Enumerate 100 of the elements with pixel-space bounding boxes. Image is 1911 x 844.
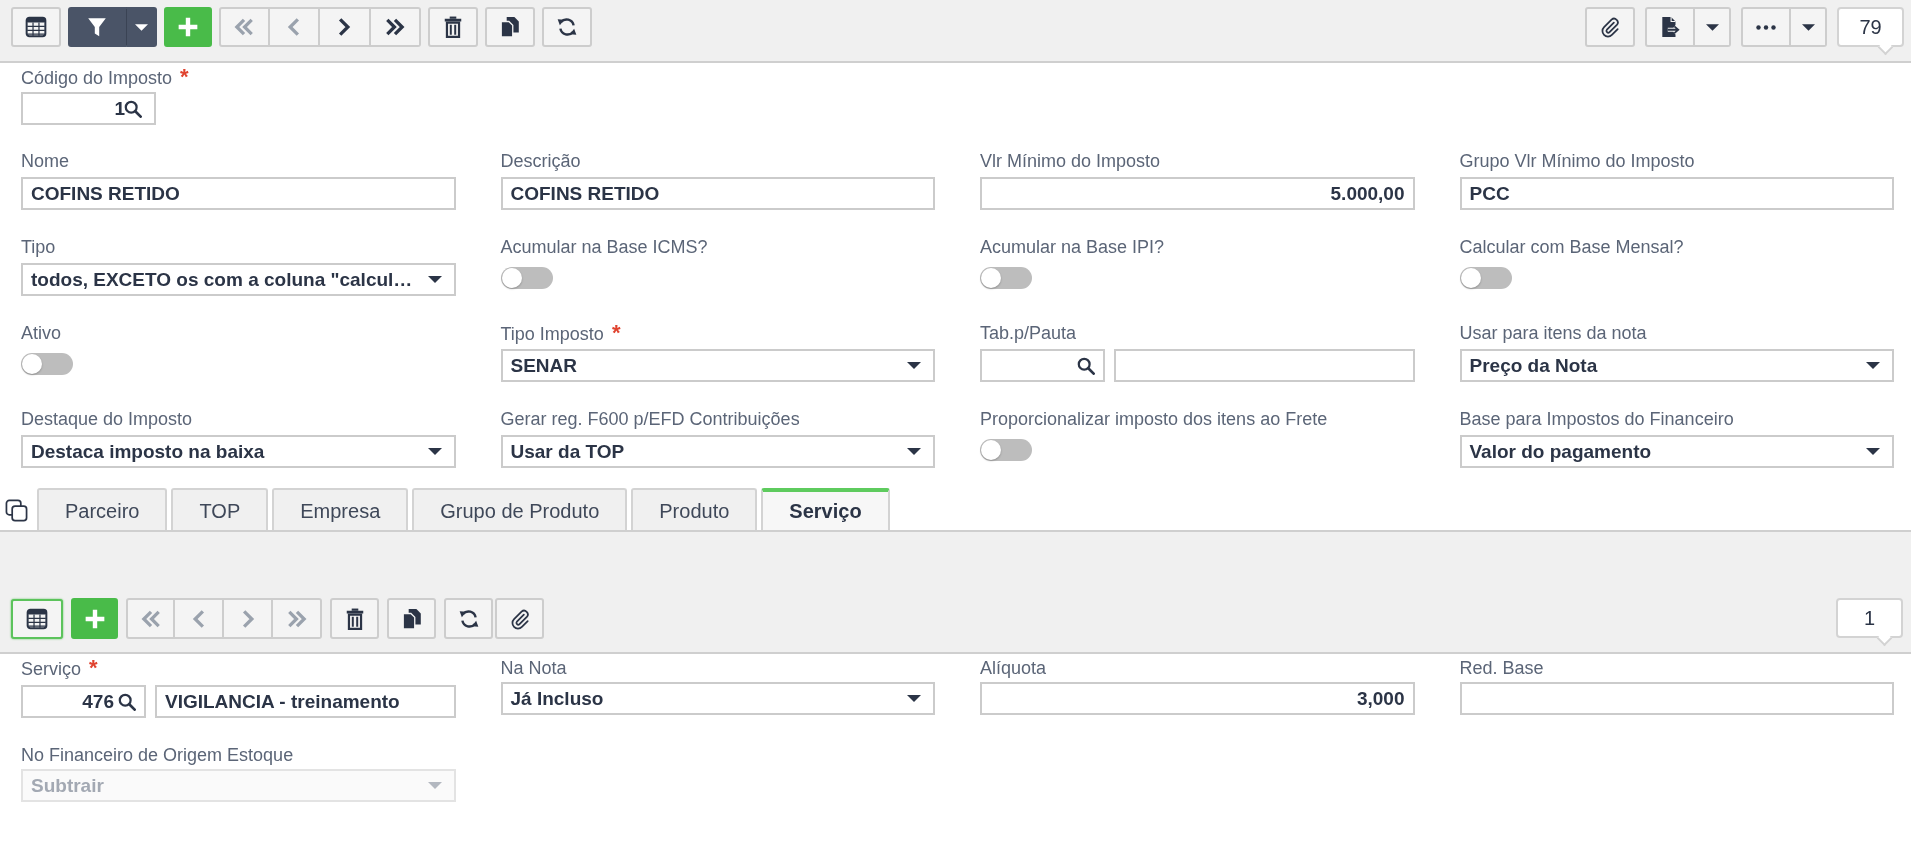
- export-menu-button[interactable]: [1695, 7, 1731, 47]
- duplicate-button[interactable]: [485, 7, 535, 47]
- attach-button[interactable]: [1585, 7, 1635, 47]
- toggle-switch[interactable]: [1459, 267, 1512, 289]
- grid-view-button[interactable]: [11, 599, 63, 639]
- caret-icon: [1866, 362, 1880, 369]
- field-label: Red. Base: [1459, 657, 1544, 679]
- field-label: No Financeiro de Origem Estoque: [21, 744, 294, 766]
- code-search-field[interactable]: 1: [21, 92, 156, 125]
- filter-menu-button[interactable]: [126, 7, 157, 47]
- document-export-icon: [1659, 16, 1681, 38]
- search-icon: [124, 99, 142, 118]
- field-label: Base para Impostos do Financeiro: [1459, 408, 1734, 430]
- attach-button[interactable]: [495, 598, 544, 639]
- tab[interactable]: Grupo de Produto: [412, 488, 628, 530]
- caret-icon: [907, 695, 921, 702]
- caret-icon: [427, 276, 442, 283]
- dropdown-field[interactable]: Valor do pagamento: [1459, 435, 1894, 468]
- table-icon: [26, 608, 48, 630]
- text-field[interactable]: COFINS RETIDO: [500, 177, 935, 210]
- dropdown-field[interactable]: todos, EXCETO os com a coluna "calcul…: [21, 263, 456, 296]
- text-field[interactable]: COFINS RETIDO: [21, 177, 456, 210]
- required-marker: *: [89, 657, 98, 679]
- caret-icon: [1801, 23, 1815, 31]
- last-record-button[interactable]: [370, 7, 421, 47]
- plus-icon: [177, 16, 199, 38]
- field-label: Grupo Vlr Mínimo do Imposto: [1459, 150, 1695, 172]
- paperclip-icon: [1599, 16, 1621, 38]
- dropdown-field[interactable]: Destaca imposto na baixa: [21, 435, 456, 468]
- tab[interactable]: Empresa: [272, 488, 409, 530]
- toggle-switch[interactable]: [980, 267, 1032, 289]
- copy-icon: [499, 16, 521, 38]
- toggle-switch[interactable]: [21, 353, 73, 375]
- text-field[interactable]: PCC: [1459, 177, 1894, 210]
- caret-icon: [907, 448, 921, 455]
- code-lookup-field[interactable]: 476: [21, 685, 146, 718]
- required-marker: *: [611, 322, 621, 344]
- delete-button[interactable]: [428, 7, 478, 47]
- field-label: Proporcionalizar imposto dos itens ao Frete: [980, 408, 1328, 430]
- record-counter: 1: [1836, 598, 1903, 647]
- field-label: Acumular na Base IPI?: [980, 236, 1165, 258]
- tab[interactable]: Serviço: [761, 488, 890, 530]
- toggle-switch[interactable]: [980, 439, 1032, 461]
- field-label: Alíquota: [980, 657, 1047, 679]
- code-lookup-field[interactable]: [980, 349, 1105, 382]
- tab[interactable]: Produto: [631, 488, 758, 530]
- dropdown-field[interactable]: Usar da TOP: [500, 435, 935, 468]
- field-label: Descrição: [500, 150, 581, 172]
- copy-icon: [400, 607, 423, 630]
- description-field[interactable]: [1114, 349, 1415, 382]
- number-field[interactable]: 3,000: [980, 682, 1415, 715]
- field-label: Acumular na Base ICMS?: [500, 236, 708, 258]
- filter-icon: [86, 16, 108, 38]
- required-marker: *: [180, 66, 189, 88]
- next-record-button[interactable]: [320, 7, 371, 47]
- export-button[interactable]: [1645, 7, 1695, 47]
- description-field[interactable]: VIGILANCIA - treinamento: [155, 685, 456, 718]
- field-label: Destaque do Imposto: [21, 408, 193, 430]
- caret-icon: [1866, 448, 1880, 455]
- refresh-icon: [556, 16, 578, 38]
- toggle-switch[interactable]: [500, 267, 553, 289]
- field-label: Serviço: [21, 658, 82, 680]
- search-icon: [118, 692, 136, 711]
- field-label: Nome: [21, 150, 69, 172]
- field-label: Código do Imposto: [21, 67, 173, 89]
- delete-button[interactable]: [330, 598, 379, 639]
- refresh-button[interactable]: [542, 7, 592, 47]
- field-label: Ativo: [21, 322, 62, 344]
- caret-icon: [427, 782, 442, 789]
- number-field[interactable]: 5.000,00: [980, 177, 1415, 210]
- tab[interactable]: Parceiro: [37, 488, 168, 530]
- field-label: Tipo Imposto: [500, 323, 604, 345]
- record-counter: 79: [1837, 7, 1904, 56]
- field-label: Gerar reg. F600 p/EFD Contribuições: [500, 408, 800, 430]
- caret-icon: [1705, 23, 1719, 31]
- field-label: Vlr Mínimo do Imposto: [980, 150, 1161, 172]
- dropdown-field[interactable]: Já Incluso: [500, 682, 935, 715]
- caret-icon: [134, 23, 148, 31]
- field-label: Usar para itens da nota: [1459, 322, 1647, 344]
- dropdown-field[interactable]: Preço da Nota: [1459, 349, 1894, 382]
- search-icon: [1077, 356, 1095, 375]
- field-label: Na Nota: [500, 657, 567, 679]
- dropdown-field[interactable]: SENAR: [500, 349, 935, 382]
- more-options-button[interactable]: [1741, 7, 1791, 47]
- refresh-button[interactable]: [444, 598, 493, 639]
- caret-icon: [427, 448, 442, 455]
- text-field[interactable]: [1459, 682, 1894, 715]
- refresh-icon: [457, 607, 480, 630]
- filter-button[interactable]: [68, 7, 126, 47]
- field-label: Tipo: [21, 236, 56, 258]
- field-label: Tab.p/Pauta: [980, 322, 1077, 344]
- tab[interactable]: TOP: [171, 488, 269, 530]
- grid-view-button[interactable]: [11, 7, 61, 47]
- caret-icon: [907, 362, 921, 369]
- field-label: Calcular com Base Mensal?: [1459, 236, 1684, 258]
- more-menu-button[interactable]: [1791, 7, 1827, 47]
- ellipsis-icon: [1756, 24, 1776, 30]
- duplicate-button[interactable]: [387, 598, 436, 639]
- duplicate-icon[interactable]: [5, 498, 28, 522]
- trash-icon: [442, 16, 464, 38]
